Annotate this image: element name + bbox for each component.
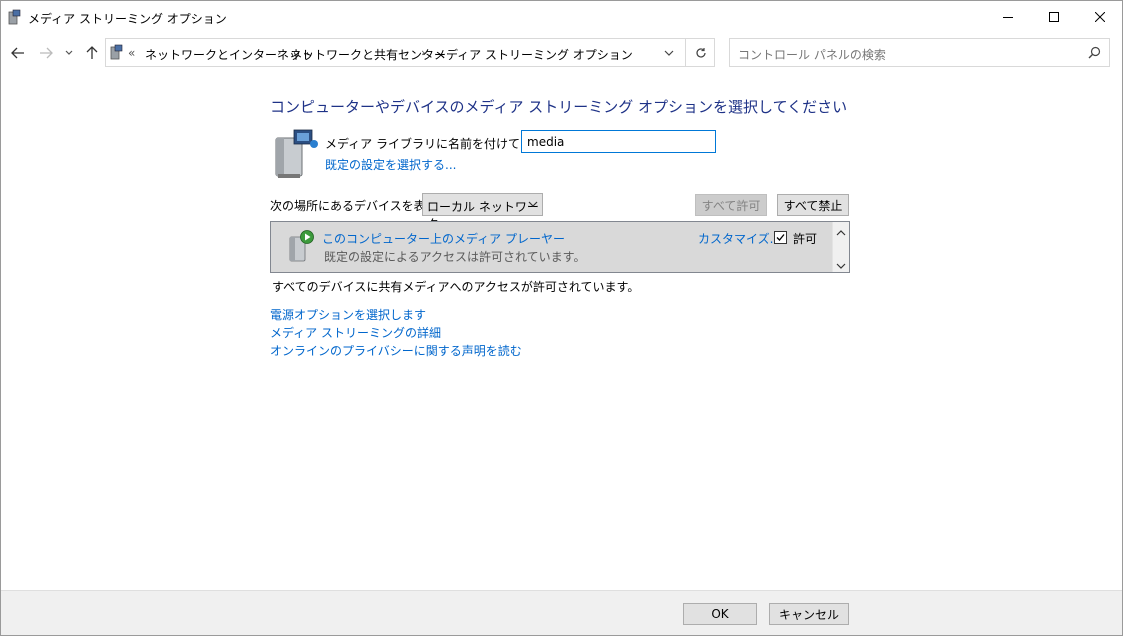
- address-history-dropdown[interactable]: [657, 40, 681, 65]
- checkmark-icon: [776, 234, 785, 241]
- search-box[interactable]: コントロール パネルの検索: [729, 38, 1110, 67]
- breadcrumb-media-streaming-options[interactable]: メディア ストリーミング オプション: [434, 46, 633, 63]
- default-settings-link[interactable]: 既定の設定を選択する...: [325, 156, 456, 173]
- maximize-button[interactable]: [1031, 0, 1077, 34]
- forward-button[interactable]: [36, 43, 56, 63]
- minimize-button[interactable]: [985, 0, 1031, 34]
- media-player-icon: [287, 229, 317, 266]
- scroll-down-icon[interactable]: [836, 259, 846, 273]
- search-icon[interactable]: [1088, 46, 1101, 62]
- device-list-scrollbar[interactable]: [832, 222, 849, 272]
- search-placeholder[interactable]: コントロール パネルの検索: [738, 46, 886, 63]
- refresh-button[interactable]: [685, 38, 716, 67]
- ok-button[interactable]: OK: [683, 603, 757, 625]
- block-all-button[interactable]: すべて禁止: [777, 194, 849, 216]
- media-streaming-details-link[interactable]: メディア ストリーミングの詳細: [270, 324, 441, 341]
- device-list[interactable]: このコンピューター上のメディア プレーヤー 既定の設定によるアクセスは許可されて…: [270, 221, 850, 273]
- breadcrumb-overflow[interactable]: «: [128, 46, 135, 60]
- privacy-statement-link[interactable]: オンラインのプライバシーに関する声明を読む: [270, 342, 522, 359]
- close-button[interactable]: [1077, 0, 1123, 34]
- window-title: メディア ストリーミング オプション: [28, 12, 227, 26]
- arrow-right-icon: [40, 47, 53, 59]
- power-options-link[interactable]: 電源オプションを選択します: [270, 306, 426, 323]
- dialog-footer: OK キャンセル: [0, 590, 1123, 636]
- maximize-icon: [1049, 12, 1059, 22]
- scroll-up-icon[interactable]: [836, 226, 846, 240]
- customize-link[interactable]: カスタマイズ...: [698, 230, 781, 247]
- recent-locations-button[interactable]: [62, 43, 76, 63]
- breadcrumb-separator-icon[interactable]: ›: [421, 46, 425, 59]
- allow-checkbox-label[interactable]: 許可: [793, 230, 817, 247]
- title-bar: メディア ストリーミング オプション: [0, 0, 1123, 34]
- breadcrumb-network-internet[interactable]: ネットワークとインターネット: [145, 46, 313, 63]
- cancel-button[interactable]: キャンセル: [769, 603, 849, 625]
- library-name-input[interactable]: [521, 130, 716, 153]
- sharing-status-text: すべてのデバイスに共有メディアへのアクセスが許可されています。: [272, 280, 640, 294]
- address-bar[interactable]: « ネットワークとインターネット › ネットワークと共有センター › メディア …: [105, 38, 715, 67]
- minimize-icon: [1003, 17, 1013, 18]
- close-icon: [1095, 12, 1105, 22]
- chevron-down-icon: [65, 50, 73, 55]
- chevron-down-icon: [664, 50, 674, 56]
- page-title: コンピューターやデバイスのメディア ストリーミング オプションを選択してください: [270, 98, 848, 116]
- arrow-left-icon: [11, 47, 24, 59]
- show-devices-label: 次の場所にあるデバイスを表示:: [270, 199, 442, 213]
- arrow-up-icon: [86, 46, 98, 59]
- device-name-link[interactable]: このコンピューター上のメディア プレーヤー: [322, 230, 565, 247]
- breadcrumb-separator-icon[interactable]: ›: [277, 46, 281, 59]
- media-streaming-icon: [8, 9, 22, 25]
- allow-all-button[interactable]: すべて許可: [695, 194, 767, 216]
- device-status-text: 既定の設定によるアクセスは許可されています。: [324, 250, 586, 264]
- location-select[interactable]: ローカル ネットワーク: [422, 193, 543, 231]
- control-panel-icon: [110, 44, 124, 63]
- allow-checkbox[interactable]: [774, 231, 787, 244]
- back-button[interactable]: [8, 43, 28, 63]
- up-button[interactable]: [82, 43, 102, 63]
- refresh-icon: [696, 47, 706, 58]
- media-library-icon: [272, 128, 320, 183]
- chevron-down-icon: [528, 198, 538, 213]
